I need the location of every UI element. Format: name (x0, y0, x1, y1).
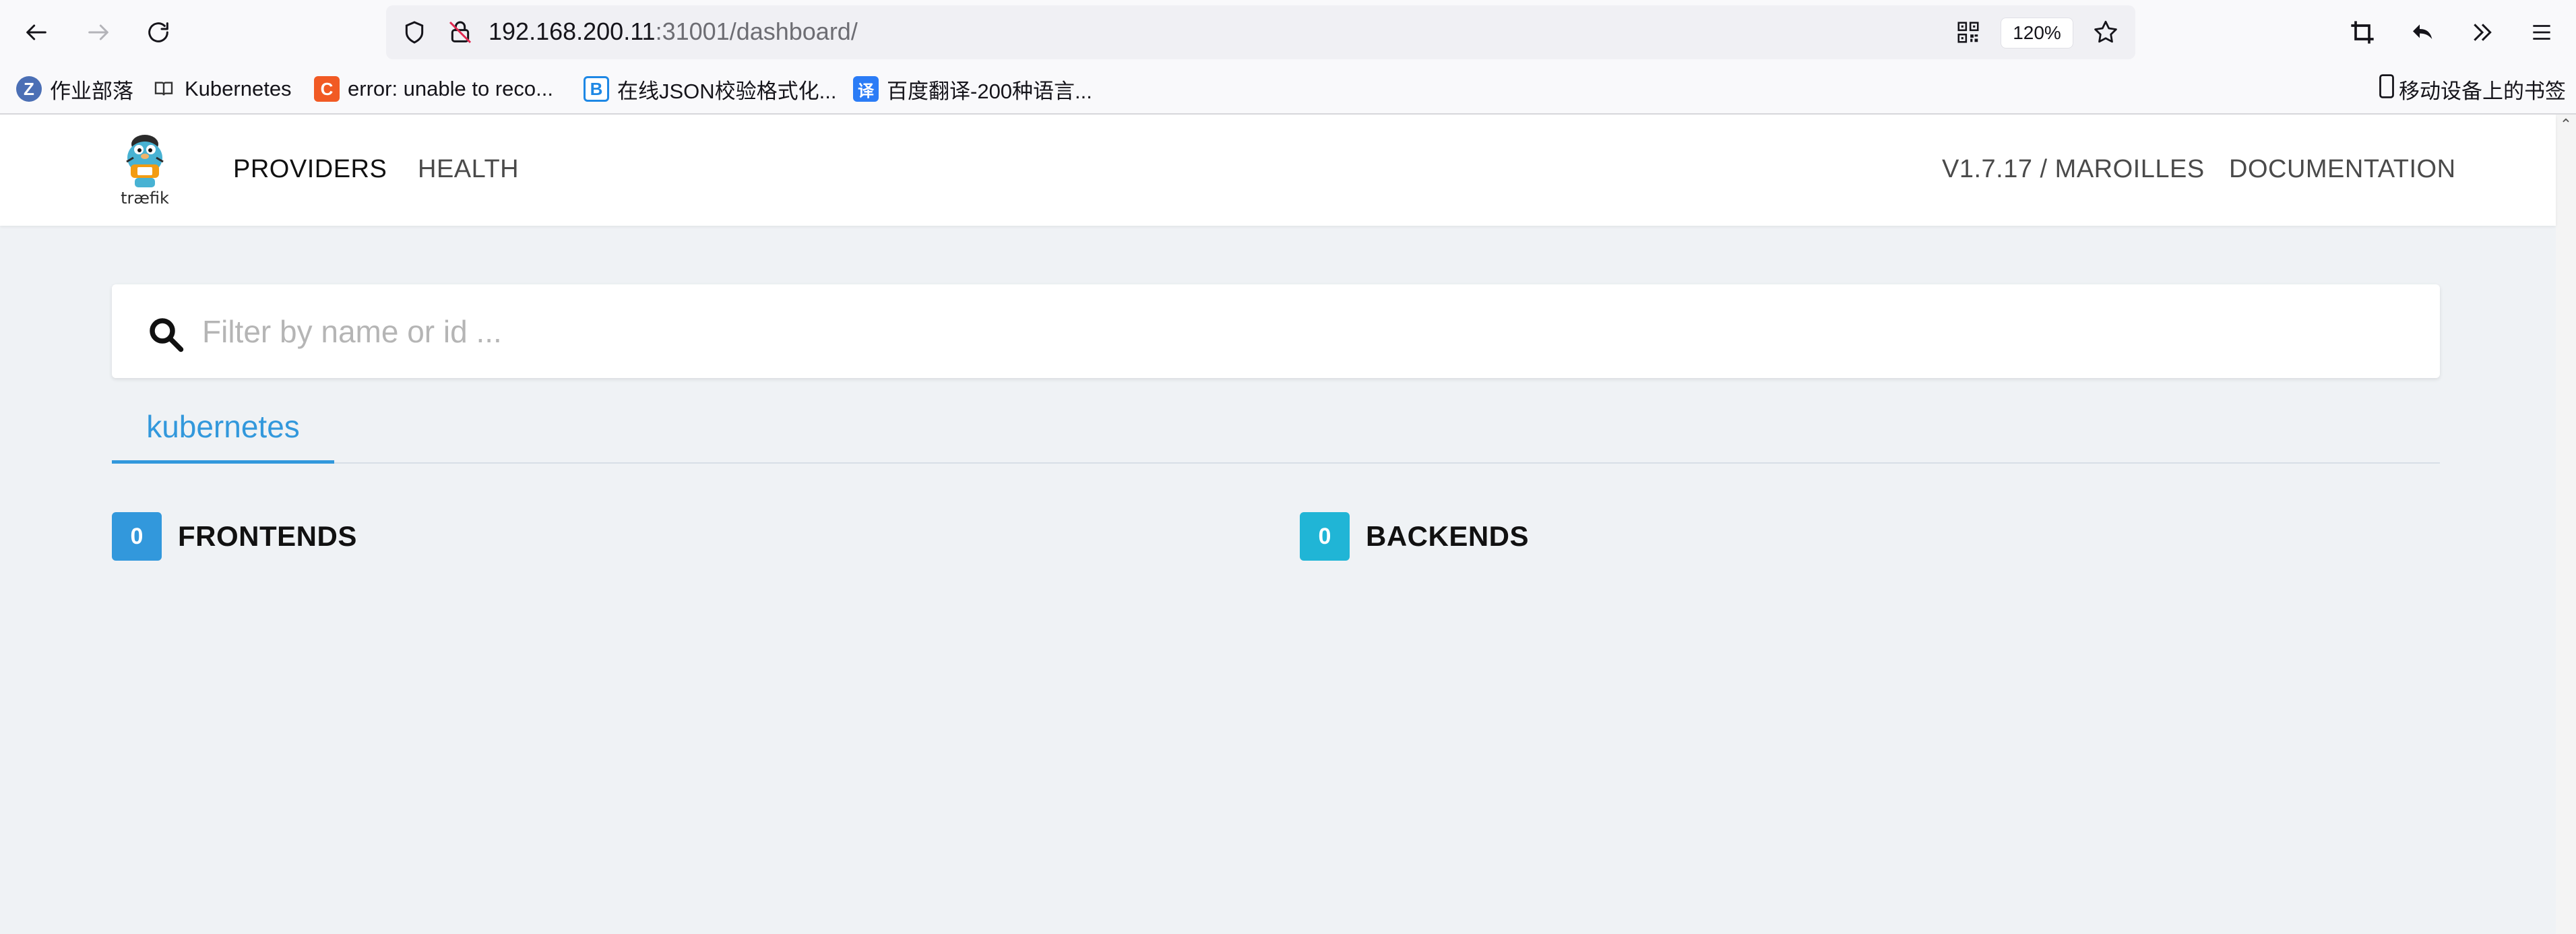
bookmark-item[interactable]: Z 作业部落 (16, 71, 133, 107)
shield-icon[interactable] (397, 15, 432, 50)
csdn-logo-icon: C (314, 76, 340, 102)
url-host: 192.168.200.11 (489, 18, 656, 45)
hamburger-icon (2533, 25, 2550, 40)
bookmark-label: 百度翻译-200种语言... (887, 79, 1092, 103)
provider-tabs: kubernetes (112, 392, 2440, 464)
url-bar[interactable]: 192.168.200.11:31001/dashboard/ 120% (386, 5, 2135, 59)
nav-documentation[interactable]: DOCUMENTATION (2229, 155, 2456, 184)
mobile-bookmarks-item[interactable]: 移动设备上的书签 (2377, 71, 2566, 107)
bookmark-item[interactable]: C error: unable to reco... (314, 71, 553, 107)
mobile-bookmarks-label: 移动设备上的书签 (2399, 79, 2566, 103)
logo-wordmark: træfik (121, 189, 169, 208)
bookmark-item[interactable]: 译 百度翻译-200种语言... (853, 71, 1092, 107)
nav-health[interactable]: HEALTH (418, 155, 519, 184)
bookmark-label: Kubernetes (185, 77, 292, 100)
bejson-logo-icon: B (584, 76, 609, 102)
frontends-title: FRONTENDS (178, 520, 357, 552)
search-icon (150, 318, 184, 352)
traefik-logo[interactable]: træfik (115, 129, 175, 210)
arrow-left-icon (26, 24, 46, 40)
overflow-menu-button[interactable] (2461, 12, 2504, 53)
app-header: træfik PROVIDERS HEALTH V1.7.17 / MAROIL… (0, 115, 2556, 226)
baidu-translate-logo-icon: 译 (853, 76, 879, 102)
star-icon[interactable] (2088, 15, 2123, 50)
backends-title: BACKENDS (1366, 520, 1530, 552)
tab-kubernetes[interactable]: kubernetes (112, 392, 334, 464)
qr-code-icon[interactable] (1951, 15, 1986, 50)
arrow-right-icon (88, 24, 108, 40)
reload-icon (148, 22, 168, 42)
zoom-level-button[interactable]: 120% (2001, 18, 2073, 49)
url-text[interactable]: 192.168.200.11:31001/dashboard/ (489, 18, 858, 46)
url-path: :31001/dashboard/ (655, 18, 858, 45)
forward-button[interactable] (77, 12, 120, 53)
browser-toolbar: 192.168.200.11:31001/dashboard/ 120% (0, 0, 2576, 64)
search-input[interactable] (202, 303, 2412, 360)
app-menu-button[interactable] (2520, 12, 2563, 53)
bookmark-label: error: unable to reco... (348, 77, 553, 100)
nav-providers[interactable]: PROVIDERS (233, 155, 387, 184)
bookmarks-bar: Z 作业部落 Kubernetes C error: unable to rec… (0, 64, 2576, 115)
backends-count-badge: 0 (1300, 512, 1350, 561)
undo-button[interactable] (2401, 12, 2445, 53)
frontends-count-badge: 0 (112, 512, 162, 561)
undo-icon (2413, 24, 2432, 39)
page-scrollbar[interactable] (2556, 115, 2576, 934)
insecure-lock-icon[interactable] (443, 15, 478, 50)
nav-version[interactable]: V1.7.17 / MAROILLES (1942, 155, 2205, 184)
bookmark-label: 在线JSON校验格式化... (617, 79, 837, 103)
frontends-section: 0 FRONTENDS (112, 512, 357, 561)
crop-icon (2351, 21, 2374, 44)
scroll-up-icon[interactable]: ⌃ (2557, 116, 2575, 133)
bookmark-item[interactable]: B 在线JSON校验格式化... (584, 71, 837, 107)
zuoyebuluo-logo-icon: Z (16, 76, 42, 102)
bookmark-label: 作业部落 (50, 79, 133, 103)
reload-button[interactable] (137, 12, 180, 53)
chevrons-right-icon (2474, 24, 2492, 41)
traefik-gopher-logo-icon (126, 135, 164, 187)
bookmark-item[interactable]: Kubernetes (151, 71, 292, 107)
back-button[interactable] (15, 12, 58, 53)
book-icon (151, 76, 177, 102)
mobile-device-icon (2377, 73, 2396, 104)
screenshot-button[interactable] (2341, 12, 2384, 53)
search-box (112, 284, 2440, 378)
backends-section: 0 BACKENDS (1300, 512, 1529, 561)
